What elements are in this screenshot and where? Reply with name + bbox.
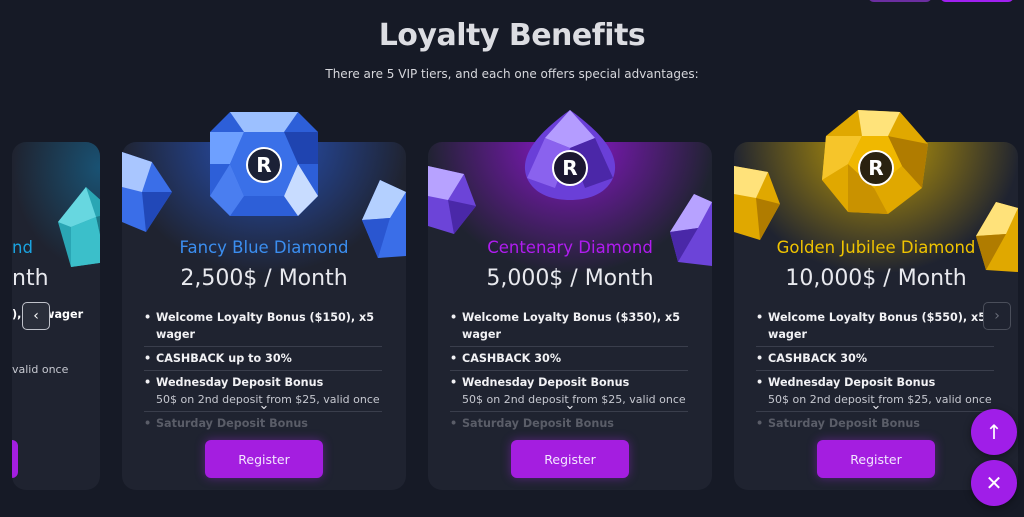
carousel-prev-button[interactable]: ‹ xyxy=(22,302,50,330)
benefit-item: CASHBACK 30% xyxy=(450,347,688,371)
gold-diamond-icon xyxy=(976,202,1018,272)
tier-price: nth xyxy=(12,266,49,291)
tier-name: nd xyxy=(12,238,33,257)
svg-text:R: R xyxy=(868,156,883,180)
purple-diamond-icon xyxy=(428,166,476,234)
close-button[interactable]: ✕ xyxy=(971,460,1017,506)
register-button[interactable]: Register xyxy=(817,440,935,478)
benefit-item: Saturday Deposit Bonus xyxy=(450,412,688,435)
chevron-left-icon: ‹ xyxy=(33,308,39,324)
gold-diamond-icon: R xyxy=(822,110,928,214)
benefit-item: Welcome Loyalty Bonus ($550), x5 wager xyxy=(756,306,994,347)
benefits-list: Welcome Loyalty Bonus ($150), x5 wager C… xyxy=(144,306,382,435)
benefits-list: Welcome Loyalty Bonus ($550), x5 wager C… xyxy=(756,306,994,435)
scroll-to-top-button[interactable]: ↑ xyxy=(971,409,1017,455)
top-nav-button[interactable] xyxy=(868,0,932,2)
benefit-title: Wednesday Deposit Bonus xyxy=(768,376,936,389)
gold-diamond-icon xyxy=(734,166,780,240)
close-icon: ✕ xyxy=(985,471,1003,495)
arrow-up-icon: ↑ xyxy=(985,420,1003,444)
chevron-down-icon[interactable]: ⌄ xyxy=(871,398,882,413)
register-button[interactable]: Register xyxy=(205,440,323,478)
benefit-item: CASHBACK up to 30% xyxy=(144,347,382,371)
benefit-item: Welcome Loyalty Bonus ($350), x5 wager xyxy=(450,306,688,347)
page-title: Loyalty Benefits xyxy=(378,18,646,53)
benefit-title: Wednesday Deposit Bonus xyxy=(156,376,324,389)
benefit-item: Welcome Loyalty Bonus ($150), x5 wager xyxy=(144,306,382,347)
blue-diamond-icon xyxy=(122,152,172,232)
chevron-right-icon: › xyxy=(994,308,1000,324)
svg-text:R: R xyxy=(256,153,271,177)
tier-price: 2,500$ / Month xyxy=(180,266,348,291)
chevron-down-icon[interactable]: ⌄ xyxy=(565,398,576,413)
benefits-list: Welcome Loyalty Bonus ($350), x5 wager C… xyxy=(450,306,688,435)
svg-text:R: R xyxy=(562,156,577,180)
page-subtitle: There are 5 VIP tiers, and each one offe… xyxy=(325,67,699,81)
benefit-title: Wednesday Deposit Bonus xyxy=(462,376,630,389)
blue-diamond-icon: R xyxy=(210,112,318,216)
register-button[interactable] xyxy=(12,440,18,478)
benefit-text: valid once xyxy=(12,363,69,376)
benefit-item: Saturday Deposit Bonus xyxy=(144,412,382,435)
purple-diamond-icon: R xyxy=(524,110,616,200)
carousel-next-button[interactable]: › xyxy=(983,302,1011,330)
tier-price: 5,000$ / Month xyxy=(486,266,654,291)
teal-diamond-icon xyxy=(58,187,100,267)
chevron-down-icon[interactable]: ⌄ xyxy=(259,398,270,413)
benefit-item: Saturday Deposit Bonus xyxy=(756,412,994,435)
benefit-item: CASHBACK 30% xyxy=(756,347,994,371)
blue-diamond-icon xyxy=(362,180,406,258)
top-nav-button[interactable] xyxy=(940,0,1014,2)
register-button[interactable]: Register xyxy=(511,440,629,478)
purple-diamond-icon xyxy=(670,194,712,266)
